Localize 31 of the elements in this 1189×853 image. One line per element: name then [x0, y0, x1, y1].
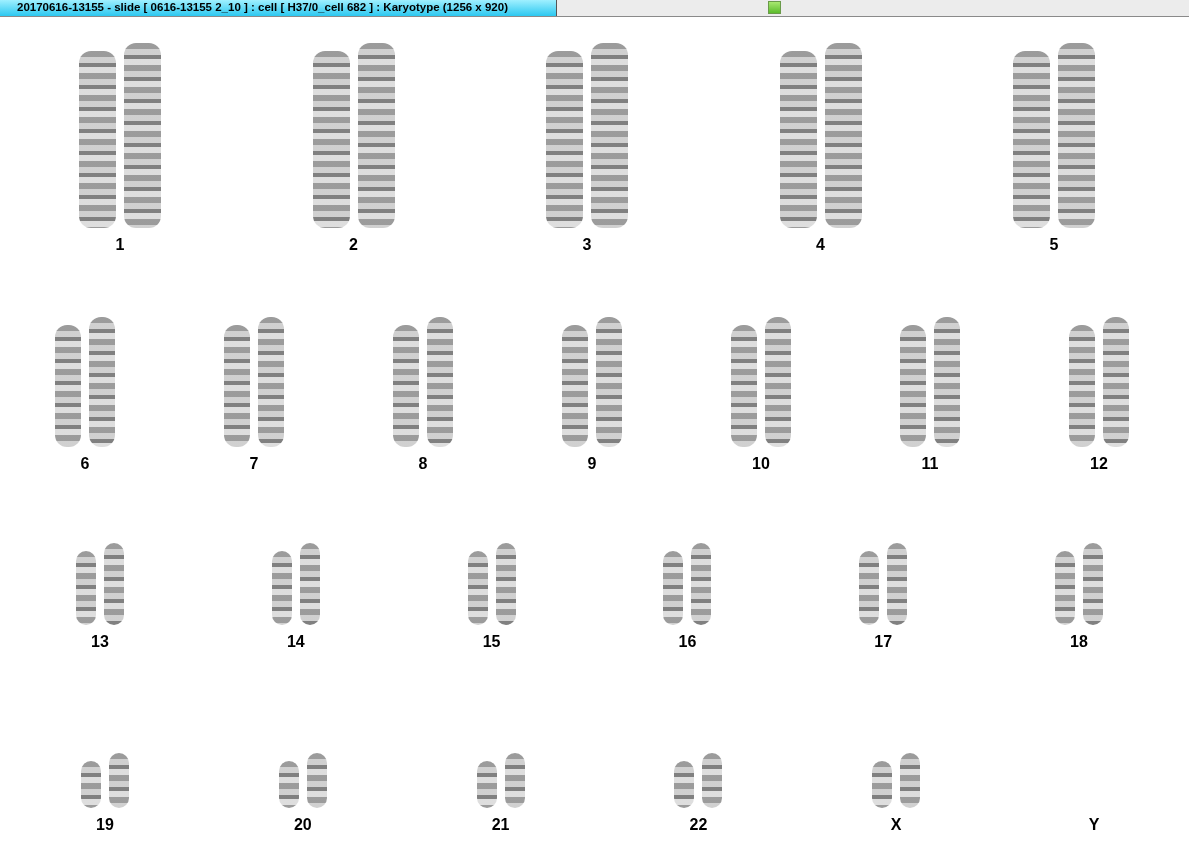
chromosome-number: 8: [418, 455, 428, 473]
chromosome-number: 6: [80, 455, 90, 473]
chromosome-number: 2: [349, 236, 358, 254]
chromosome-number: 4: [816, 236, 825, 254]
chromosome-number: 13: [91, 633, 109, 651]
chromosome-number: 12: [1090, 455, 1108, 473]
status-indicator-icon: [768, 1, 781, 14]
chromosome-number: 11: [921, 455, 939, 473]
chromosome-number: 15: [482, 633, 501, 651]
chromosome-number: 17: [874, 633, 893, 651]
chromosome-pair-drawing: [476, 753, 525, 808]
chromosome-number: 5: [1049, 236, 1059, 254]
chromosome-pair-drawing: [278, 753, 327, 808]
chromosome-pair-drawing: [674, 753, 723, 808]
chromosome-number: Y: [1088, 816, 1100, 834]
chromosome-number: 21: [491, 816, 510, 834]
chromosome-number: 3: [582, 236, 592, 254]
chromosome-number: 14: [286, 633, 305, 651]
chromosome-number: 20: [293, 816, 312, 834]
chromosome-number: 9: [587, 455, 597, 473]
window-title: 20170616-13155 - slide [ 0616-13155 2_10 ] : cell [ H37/0_cell 682 ] : Karyotype (1256 x 920): [0, 0, 557, 16]
chromosome-pair-drawing: [81, 753, 129, 808]
chromosome-number: 16: [678, 633, 697, 651]
chromosome-number: 7: [249, 455, 259, 473]
chromosome-number: 1: [115, 236, 125, 254]
chromosome-number: 22: [689, 816, 708, 834]
chromosome-number: 19: [96, 816, 114, 834]
chromosome-number: 18: [1070, 633, 1088, 651]
chromosome-pair-drawing: [872, 753, 921, 808]
chromosome-number: X: [890, 816, 902, 834]
chromosome-number: 10: [752, 455, 770, 473]
